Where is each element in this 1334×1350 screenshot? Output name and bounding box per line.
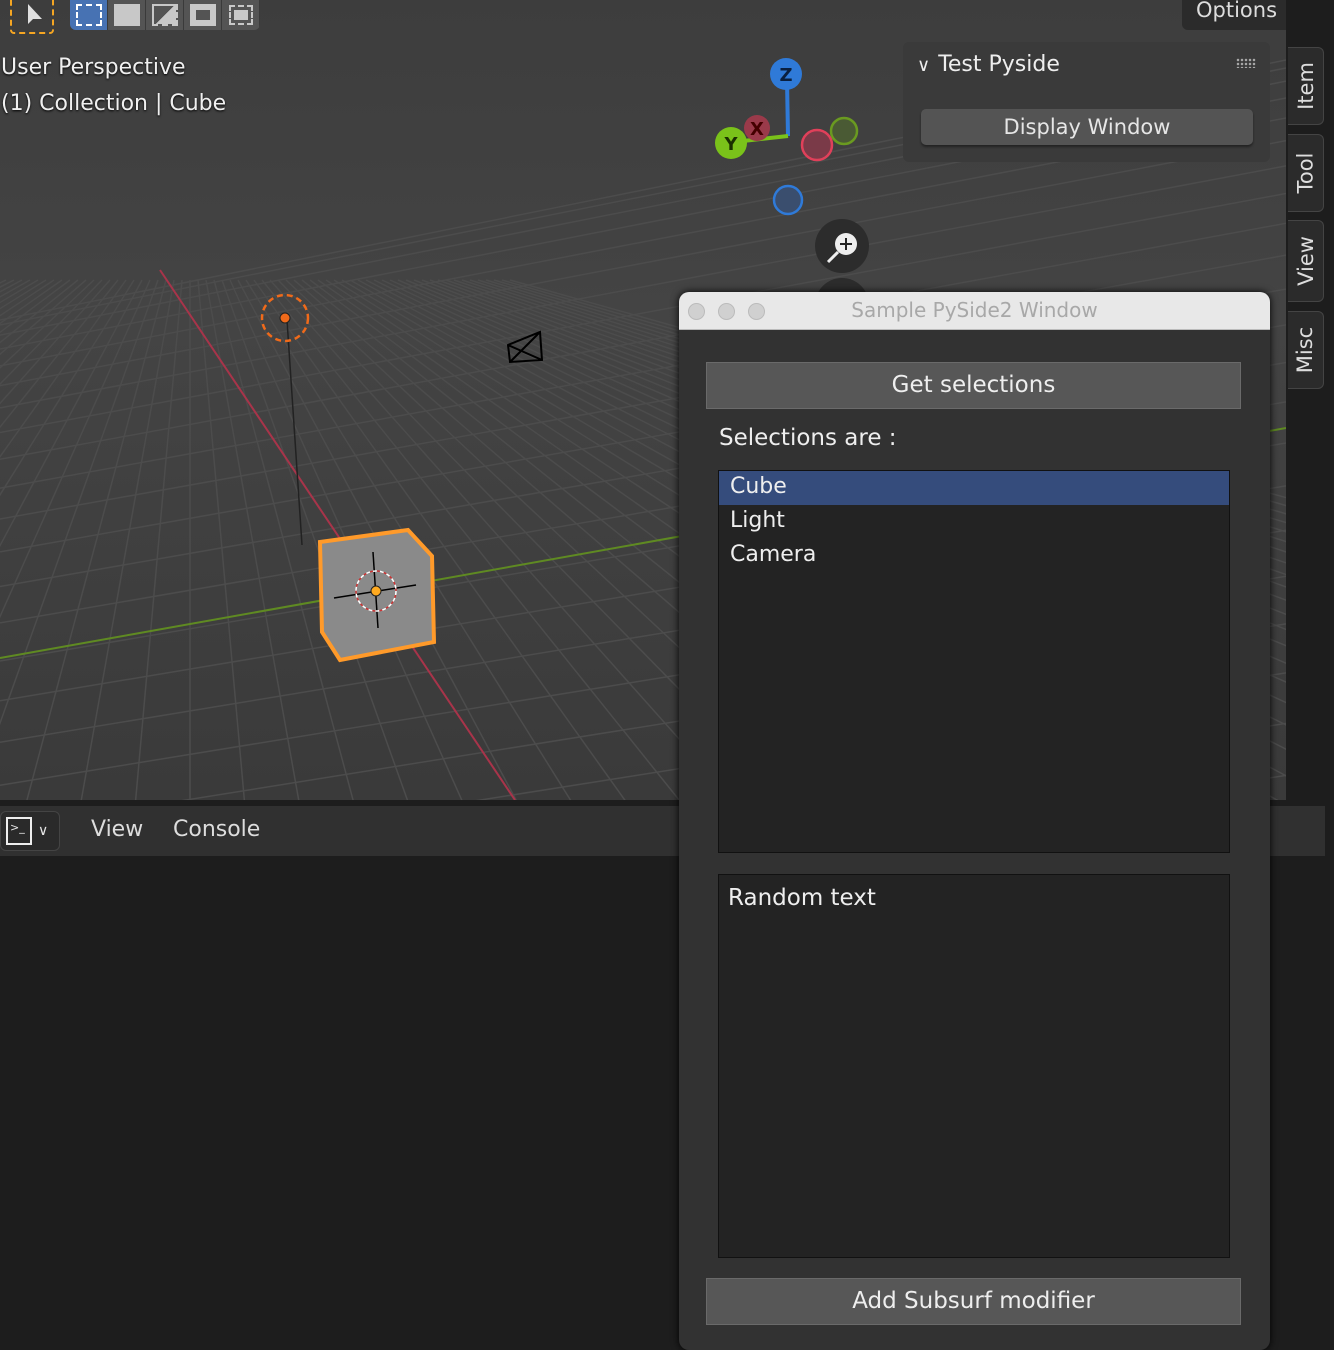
chevron-down-icon: ∨ <box>917 55 931 76</box>
selections-label: Selections are : <box>719 425 897 451</box>
panel-title: Test Pyside <box>938 52 1060 77</box>
display-window-button[interactable]: Display Window <box>921 109 1253 145</box>
text-area[interactable]: Random text <box>718 874 1230 1258</box>
panel-header[interactable]: ∨ Test Pyside <box>917 52 1060 77</box>
selection-list[interactable]: Cube Light Camera <box>718 470 1230 853</box>
options-dropdown[interactable]: Options ⌄ <box>1182 0 1286 30</box>
svg-text:X: X <box>750 119 764 140</box>
console-icon: >_ <box>6 817 32 845</box>
select-invert-icon[interactable] <box>184 0 222 30</box>
list-item[interactable]: Cube <box>719 471 1229 505</box>
add-subsurf-button[interactable]: Add Subsurf modifier <box>706 1278 1241 1325</box>
x-axis-line <box>159 269 516 800</box>
chevron-down-icon: ∨ <box>38 823 49 839</box>
get-selections-button[interactable]: Get selections <box>706 362 1241 409</box>
view-perspective-label: User Perspective <box>1 55 186 80</box>
navigation-gizmo: X Z Y <box>715 58 859 216</box>
select-intersect-icon[interactable] <box>222 0 260 30</box>
tab-misc[interactable]: Misc <box>1288 311 1324 389</box>
cube-object <box>317 527 437 663</box>
cursor-icon <box>28 4 42 24</box>
select-tool-button[interactable] <box>10 0 54 34</box>
test-pyside-panel: ∨ Test Pyside Display Window <box>903 42 1270 162</box>
active-object-label: (1) Collection | Cube <box>1 91 227 116</box>
tab-item[interactable]: Item <box>1288 47 1324 125</box>
select-box-icon[interactable] <box>70 0 108 30</box>
editor-type-button[interactable]: >_ ∨ <box>0 811 60 851</box>
drag-handle-icon[interactable] <box>1236 58 1256 68</box>
tab-tool[interactable]: Tool <box>1288 134 1324 212</box>
menu-view[interactable]: View <box>91 817 143 842</box>
tab-view[interactable]: View <box>1288 220 1324 302</box>
list-item[interactable]: Light <box>719 505 1229 539</box>
window-titlebar[interactable]: Sample PySide2 Window <box>679 292 1270 330</box>
svg-text:Z: Z <box>779 65 792 86</box>
sidebar-tabs: Item Tool View Misc <box>1286 0 1334 800</box>
pyside-window: Sample PySide2 Window Get selections Sel… <box>679 292 1270 1350</box>
select-extend-icon[interactable] <box>108 0 146 30</box>
selection-mode-toolbar <box>70 0 260 30</box>
menu-console[interactable]: Console <box>173 817 260 842</box>
options-label: Options <box>1196 0 1278 22</box>
list-item[interactable]: Camera <box>719 539 1229 573</box>
select-subtract-icon[interactable] <box>146 0 184 30</box>
svg-text:Y: Y <box>723 134 738 155</box>
window-title: Sample PySide2 Window <box>851 298 1098 322</box>
